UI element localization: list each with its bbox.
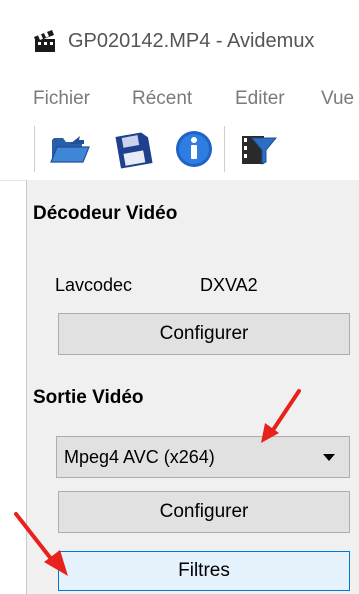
toolbar-grip[interactable]: [34, 126, 38, 172]
video-output-title: Sortie Vidéo: [33, 387, 144, 408]
filters-button[interactable]: Filtres: [58, 551, 350, 591]
configure-output-button[interactable]: Configurer: [58, 491, 350, 533]
menu-editer[interactable]: Editer: [235, 82, 285, 116]
save-floppy-icon[interactable]: [110, 128, 154, 170]
info-icon[interactable]: [172, 128, 216, 170]
video-codec-selected: Mpeg4 AVC (x264): [64, 447, 215, 467]
decoder-codec-label: Lavcodec: [55, 275, 133, 295]
open-folder-icon[interactable]: [48, 128, 92, 170]
configure-decoder-button[interactable]: Configurer: [58, 313, 350, 355]
window-title: GP020142.MP4 - Avidemux: [68, 30, 315, 52]
annotation-arrow-filters: [14, 512, 68, 576]
clapperboard-icon: [34, 30, 55, 52]
toolbar: [0, 116, 359, 181]
decoder-hw-label: DXVA2: [200, 275, 258, 295]
toolbar-separator: [224, 126, 228, 172]
video-decoder-title: Décodeur Vidéo: [33, 203, 178, 224]
filter-funnel-icon[interactable]: [236, 128, 280, 170]
chevron-down-icon: [323, 454, 335, 461]
menu-vue[interactable]: Vue: [321, 82, 354, 116]
menu-fichier[interactable]: Fichier: [33, 82, 90, 116]
title-bar: GP020142.MP4 - Avidemux: [0, 0, 359, 82]
menu-bar: Fichier Récent Editer Vue: [0, 82, 359, 116]
menu-recent[interactable]: Récent: [132, 82, 192, 116]
annotation-arrow-select: [261, 389, 301, 443]
